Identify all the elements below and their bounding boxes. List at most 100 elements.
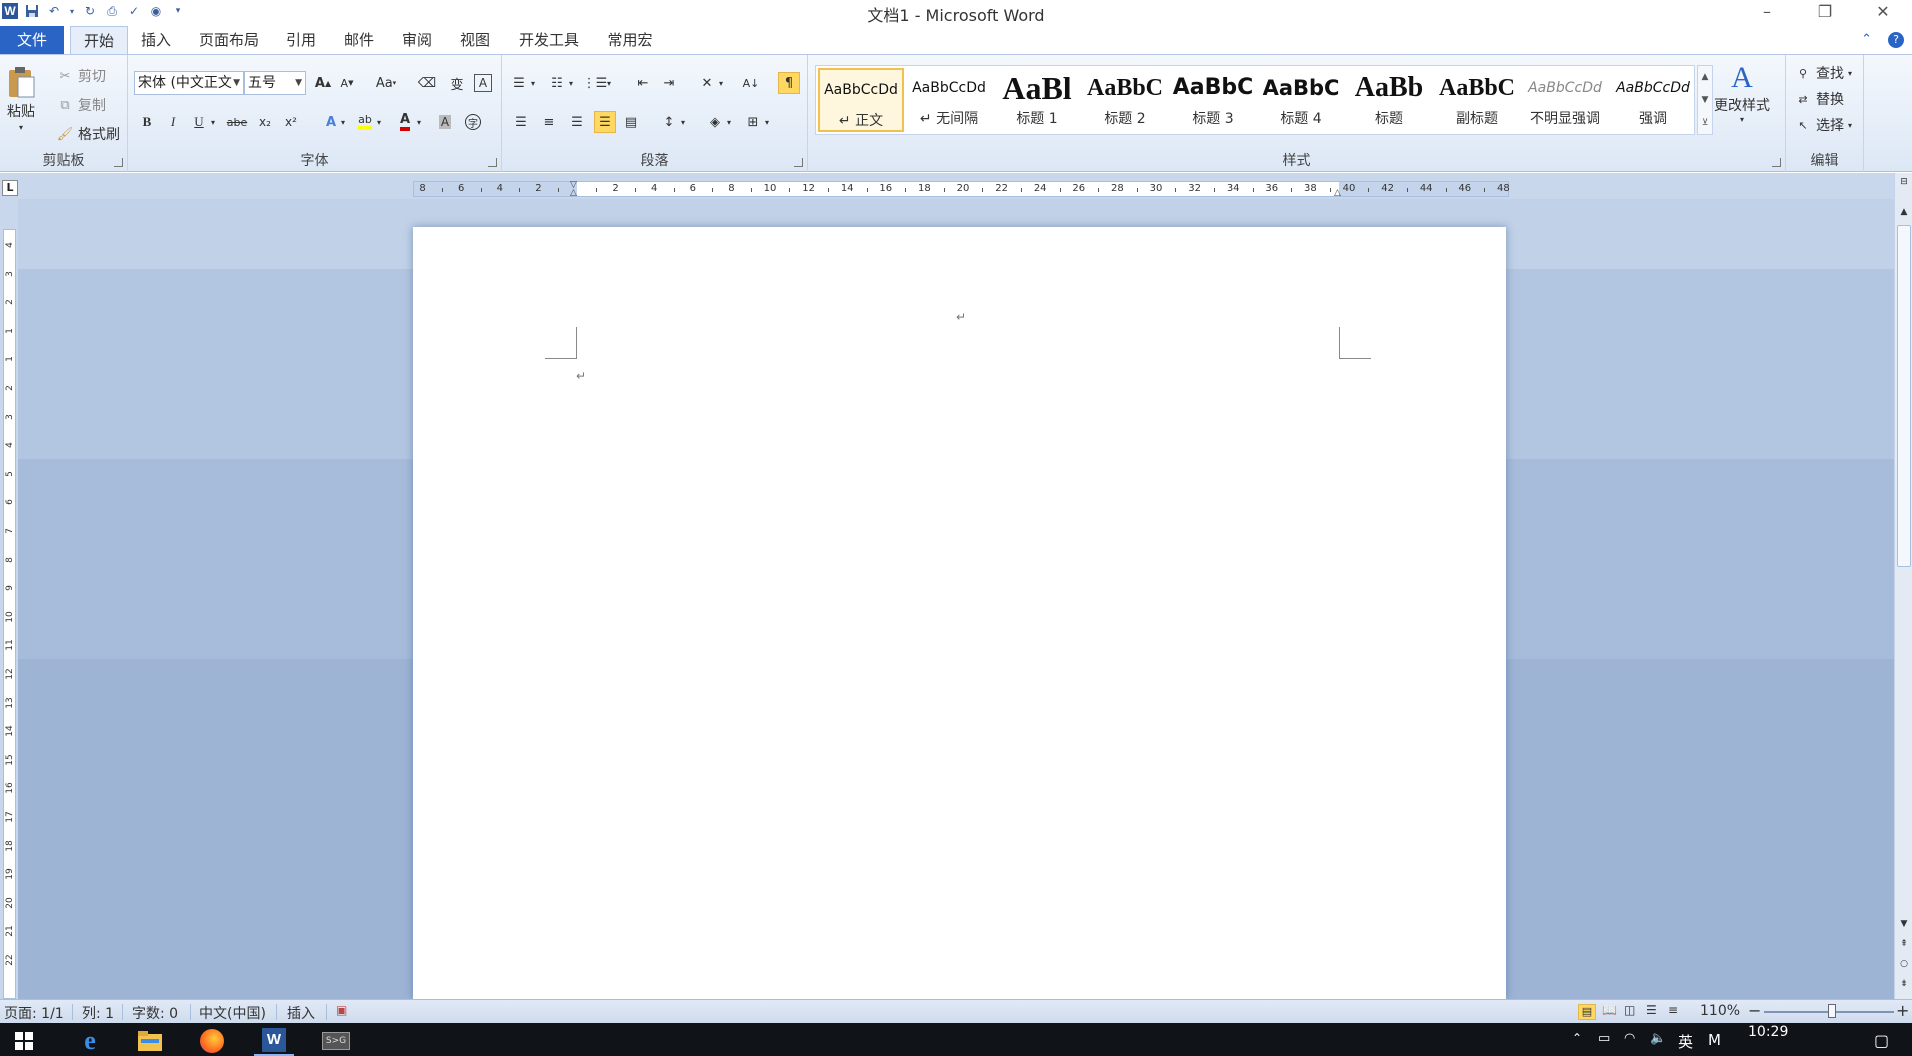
increase-indent-button[interactable]: ⇥ [658,72,680,94]
italic-button[interactable]: I [162,111,184,133]
style-emphasis[interactable]: AaBbCcDd 强调 [1610,68,1696,132]
borders-dropdown-icon[interactable]: ▾ [762,111,772,133]
clock-time[interactable]: 10:29 [1748,1024,1788,1040]
tab-developer[interactable]: 开发工具 [512,26,586,54]
tab-view[interactable]: 视图 [454,26,496,54]
font-size-combo[interactable]: 五号 ▼ [244,71,306,95]
style-subtitle[interactable]: AaBbC 副标题 [1434,68,1520,132]
restore-button[interactable]: ❐ [1796,0,1854,22]
minimize-button[interactable]: – [1738,0,1796,22]
scroll-down-icon[interactable]: ▼ [1897,917,1911,931]
justify-button[interactable]: ☰ [594,111,616,133]
font-color-dropdown-icon[interactable]: ▾ [414,111,424,133]
tab-macros[interactable]: 常用宏 [602,26,658,54]
status-insert-mode[interactable]: 插入 [287,1003,315,1023]
grow-font-button[interactable]: A ▲ [312,72,334,94]
zoom-level[interactable]: 110% [1700,1003,1740,1019]
edge-icon[interactable]: e [70,1026,110,1056]
align-left-button[interactable]: ☰ [510,111,532,133]
styles-dialog-launcher[interactable] [1772,158,1781,167]
status-column[interactable]: 列: 1 [82,1003,114,1023]
change-styles-button[interactable]: A 更改样式 ▾ [1714,61,1770,124]
character-shading-button[interactable]: A [434,111,456,133]
clear-formatting-button[interactable]: ⌫ [416,72,438,94]
style-title[interactable]: AaBb 标题 [1346,68,1432,132]
highlight-button[interactable]: ab [354,111,376,133]
text-effects-dropdown-icon[interactable]: ▾ [338,111,348,133]
wifi-icon[interactable]: ◠ [1624,1031,1635,1046]
close-button[interactable]: ✕ [1854,0,1912,22]
tab-review[interactable]: 审阅 [396,26,438,54]
gallery-down-icon[interactable]: ▼ [1702,95,1709,105]
font-color-button[interactable]: A [394,111,416,133]
battery-icon[interactable]: ▭ [1598,1031,1610,1046]
status-language[interactable]: 中文(中国) [199,1003,266,1023]
shading-button[interactable]: ◈ [704,111,726,133]
scroll-up-icon[interactable]: ▲ [1897,205,1911,219]
style-subtle-emphasis[interactable]: AaBbCcDd 不明显强调 [1522,68,1608,132]
underline-dropdown-icon[interactable]: ▾ [208,111,218,133]
shrink-font-button[interactable]: A ▼ [336,72,358,94]
help-icon[interactable]: ? [1888,32,1904,48]
macro-record-icon[interactable]: ▣ [336,1003,347,1017]
align-center-button[interactable]: ≡ [538,111,560,133]
draft-view-icon[interactable]: ≡ [1668,1003,1678,1017]
paste-button[interactable]: 粘贴 ▾ [6,65,36,132]
tab-home[interactable]: 开始 [70,26,128,54]
ime-mode[interactable]: M [1708,1031,1721,1049]
tab-references[interactable]: 引用 [280,26,322,54]
document-page[interactable]: ↵ ↵ [413,227,1506,999]
ruler-toggle-icon[interactable]: ⊟ [1897,175,1911,189]
select-browse-object-icon[interactable]: ○ [1897,957,1911,971]
paragraph-dialog-launcher[interactable] [794,158,803,167]
multilevel-dropdown-icon[interactable]: ▾ [604,72,614,94]
style-heading-4[interactable]: AaBbC 标题 4 [1258,68,1344,132]
print-layout-view-icon[interactable]: ▤ [1578,1003,1596,1020]
zoom-in-button[interactable]: + [1896,1001,1909,1020]
horizontal-ruler[interactable]: 8 6 4 2 2 4 6 8 10 12 14 16 18 20 22 24 26 28 30 32 34 36 38 40… [413,180,1510,198]
style-normal[interactable]: AaBbCcDd ↵ 正文 [818,68,904,132]
status-page[interactable]: 页面: 1/1 [4,1003,64,1023]
tab-mailings[interactable]: 邮件 [338,26,380,54]
bullets-button[interactable]: ☰ [508,72,530,94]
ime-language[interactable]: 英 [1678,1031,1693,1052]
status-word-count[interactable]: 字数: 0 [132,1003,178,1023]
underline-button[interactable]: U [188,111,210,133]
chinese-layout-button[interactable]: ✕ [696,72,718,94]
file-explorer-icon[interactable] [130,1026,170,1056]
word-icon[interactable]: W [254,1026,294,1056]
hanging-indent-marker[interactable]: △ [570,188,577,198]
style-heading-1[interactable]: AaBl 标题 1 [994,68,1080,132]
find-button[interactable]: ⚲ 查找 ▾ [1794,63,1852,83]
previous-page-icon[interactable]: ⇞ [1897,937,1911,951]
zoom-out-button[interactable]: − [1748,1001,1761,1020]
bold-button[interactable]: B [136,111,158,133]
numbering-dropdown-icon[interactable]: ▾ [566,72,576,94]
cut-button[interactable]: ✂ 剪切 [56,66,106,86]
next-page-icon[interactable]: ⇟ [1897,977,1911,991]
line-spacing-button[interactable]: ↕ [658,111,680,133]
style-heading-2[interactable]: AaBbC 标题 2 [1082,68,1168,132]
clipboard-dialog-launcher[interactable] [114,158,123,167]
enclose-characters-button[interactable]: 字 [462,111,484,133]
change-case-button[interactable]: Aa ▾ [370,72,402,94]
tab-selector[interactable]: L [2,180,18,196]
format-painter-button[interactable]: 🖌 格式刷 [56,124,120,144]
tab-page-layout[interactable]: 页面布局 [194,26,264,54]
vertical-ruler[interactable]: 4 3 2 1 1 2 3 4 5 6 7 8 9 10 11 12 13 14 15 16 17 18 19 20 21 22 [0,199,18,999]
strikethrough-button[interactable]: abe [224,111,250,133]
style-no-spacing[interactable]: AaBbCcDd ↵ 无间隔 [906,68,992,132]
chinese-layout-dropdown-icon[interactable]: ▾ [716,72,726,94]
full-screen-reading-icon[interactable]: 📖 [1602,1003,1617,1017]
subscript-button[interactable]: x₂ [254,111,276,133]
multilevel-list-button[interactable]: ⋮☰ [583,72,608,94]
right-indent-marker[interactable]: △ [1334,188,1341,198]
app-icon[interactable]: S>G [316,1026,356,1056]
vertical-scrollbar[interactable]: ⊟ ▲ ▼ ⇞ ○ ⇟ [1894,173,1912,999]
style-heading-3[interactable]: AaBbC 标题 3 [1170,68,1256,132]
action-center-icon[interactable]: ▢ [1874,1031,1889,1050]
windows-start-icon[interactable] [4,1026,44,1056]
sort-button[interactable]: A↓ [740,72,762,94]
gallery-more-icon[interactable]: ⊻ [1702,118,1709,128]
outline-view-icon[interactable]: ☰ [1646,1003,1657,1017]
